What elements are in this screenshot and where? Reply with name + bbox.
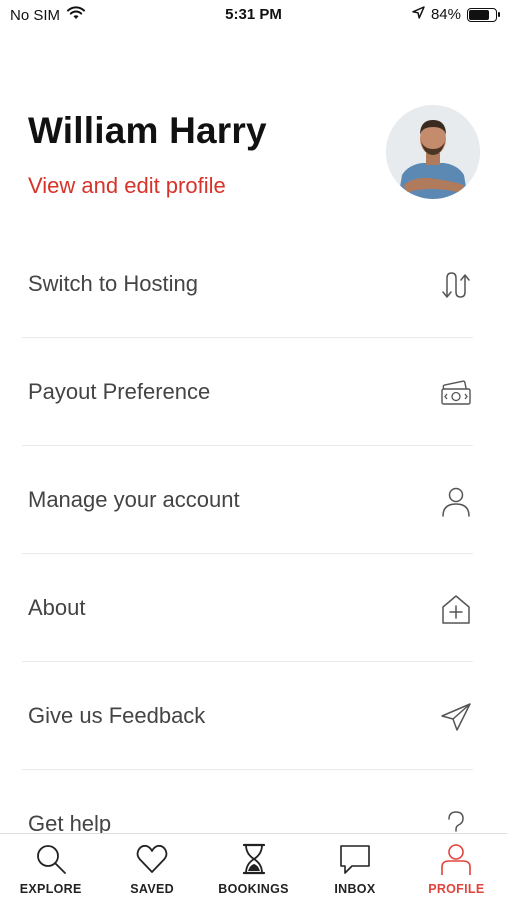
carrier-label: No SIM bbox=[10, 6, 61, 24]
view-edit-profile-link[interactable]: View and edit profile bbox=[28, 173, 226, 199]
status-right: 84% bbox=[412, 6, 500, 23]
tab-saved[interactable]: SAVED bbox=[101, 834, 202, 900]
menu-item-label: About bbox=[28, 595, 86, 620]
menu-item-about[interactable]: About bbox=[22, 554, 473, 662]
menu-item-label: Give us Feedback bbox=[28, 703, 206, 728]
menu-item-label: Switch to Hosting bbox=[28, 271, 198, 296]
status-bar: No SIM 5:31 PM 84% bbox=[0, 0, 507, 32]
wifi-icon bbox=[66, 6, 86, 24]
battery-percent: 84% bbox=[430, 6, 461, 23]
home-plus-icon bbox=[439, 592, 473, 626]
menu-item-manage-account[interactable]: Manage your account bbox=[22, 446, 473, 554]
avatar-photo bbox=[386, 105, 480, 199]
chat-bubble-icon bbox=[340, 845, 370, 874]
menu-item-label: Manage your account bbox=[28, 487, 240, 512]
switch-arrows-icon bbox=[439, 268, 473, 302]
tab-label: PROFILE bbox=[428, 882, 485, 896]
tab-label: BOOKINGS bbox=[218, 882, 289, 896]
battery-fill bbox=[469, 9, 489, 20]
battery-icon bbox=[467, 7, 500, 22]
tab-label: EXPLORE bbox=[19, 882, 82, 896]
avatar[interactable] bbox=[386, 105, 480, 199]
hourglass-icon bbox=[242, 843, 265, 875]
profile-menu: Switch to Hosting Payout Preference Mana… bbox=[0, 230, 507, 878]
menu-item-switch-to-hosting[interactable]: Switch to Hosting bbox=[22, 230, 473, 338]
bottom-tab-bar: EXPLORE SAVED BOOKINGS INBOX PROFILE bbox=[0, 833, 507, 900]
profile-name: William Harry bbox=[28, 110, 267, 151]
search-icon bbox=[36, 845, 66, 874]
person-icon bbox=[441, 844, 472, 875]
tab-inbox[interactable]: INBOX bbox=[304, 834, 405, 900]
money-icon bbox=[439, 376, 473, 410]
location-arrow-icon bbox=[412, 6, 425, 23]
tab-bookings[interactable]: BOOKINGS bbox=[203, 834, 304, 900]
paper-plane-icon bbox=[439, 700, 473, 734]
tab-profile[interactable]: PROFILE bbox=[406, 834, 507, 900]
tab-explore[interactable]: EXPLORE bbox=[0, 834, 101, 900]
menu-item-payout-preference[interactable]: Payout Preference bbox=[22, 338, 473, 446]
menu-item-give-feedback[interactable]: Give us Feedback bbox=[22, 662, 473, 770]
menu-item-label: Payout Preference bbox=[28, 379, 211, 404]
person-icon bbox=[439, 484, 473, 518]
tab-label: INBOX bbox=[334, 882, 376, 896]
status-left: No SIM bbox=[10, 6, 86, 24]
tab-label: SAVED bbox=[130, 882, 174, 896]
heart-icon bbox=[136, 844, 168, 873]
